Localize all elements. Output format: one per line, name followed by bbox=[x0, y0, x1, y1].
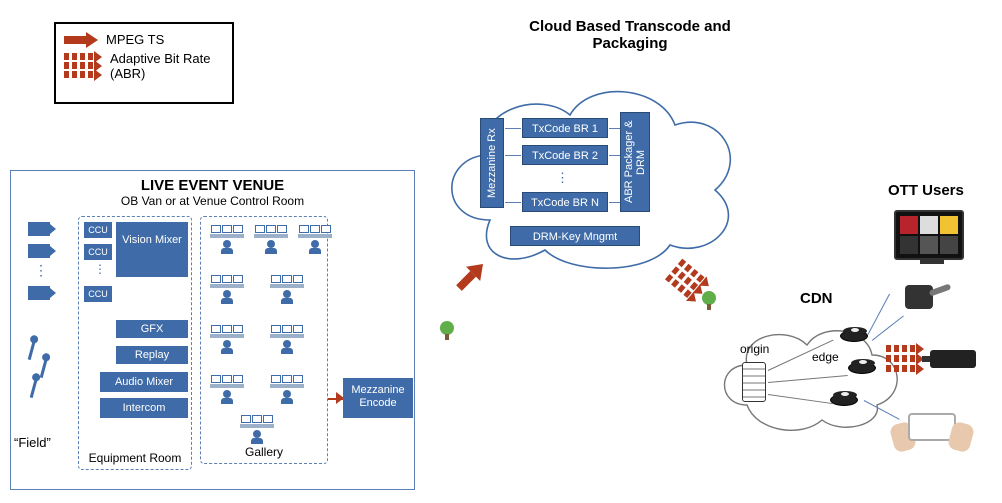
camera-icon bbox=[28, 286, 50, 300]
ccu-box: CCU bbox=[84, 222, 112, 238]
tv-icon bbox=[894, 210, 964, 260]
ellipsis-icon: ⋮ bbox=[556, 170, 569, 186]
replay-box: Replay bbox=[116, 346, 188, 364]
intercom-box: Intercom bbox=[100, 398, 188, 418]
cdn-title: CDN bbox=[800, 290, 833, 307]
gfx-box: GFX bbox=[116, 320, 188, 338]
connector-icon bbox=[505, 202, 521, 203]
connector-icon bbox=[609, 155, 620, 156]
origin-server-icon bbox=[742, 362, 766, 402]
drm-key-box: DRM-Key Mngmt bbox=[510, 226, 640, 246]
connector-icon bbox=[505, 128, 521, 129]
txcode-brn-box: TxCode BR N bbox=[522, 192, 608, 212]
cloud-icon bbox=[712, 310, 902, 440]
workstation-icon bbox=[254, 225, 288, 254]
ccu-box: CCU bbox=[84, 244, 112, 260]
field-label: “Field” bbox=[14, 435, 51, 450]
audio-mixer-box: Audio Mixer bbox=[100, 372, 188, 392]
txcode-br1-box: TxCode BR 1 bbox=[522, 118, 608, 138]
streaming-stick-icon bbox=[930, 350, 976, 368]
venue-subtitle: OB Van or at Venue Control Room bbox=[11, 194, 414, 208]
workstation-icon bbox=[298, 225, 332, 254]
workstation-icon bbox=[270, 375, 304, 404]
workstation-icon bbox=[210, 375, 244, 404]
venue-title: LIVE EVENT VENUE bbox=[11, 177, 414, 194]
camera-icon bbox=[28, 244, 50, 258]
workstation-icon bbox=[210, 275, 244, 304]
workstation-icon bbox=[210, 325, 244, 354]
disk-icon bbox=[848, 362, 876, 374]
ott-title: OTT Users bbox=[888, 182, 964, 199]
workstation-icon bbox=[270, 325, 304, 354]
phone-in-hands-icon bbox=[892, 405, 972, 455]
vision-mixer-box: Vision Mixer bbox=[116, 222, 188, 277]
cloud-title: Cloud Based Transcode and Packaging bbox=[500, 18, 760, 52]
legend-box: MPEG TS Adaptive Bit Rate (ABR) bbox=[54, 22, 234, 104]
mpeg-arrow-icon bbox=[64, 33, 98, 47]
origin-label: origin bbox=[740, 342, 769, 356]
legend-abr-row: Adaptive Bit Rate (ABR) bbox=[64, 51, 224, 81]
ccu-box: CCU bbox=[84, 286, 112, 302]
disk-icon bbox=[830, 394, 858, 406]
ellipsis-icon: ⋮ bbox=[94, 262, 106, 276]
workstation-icon bbox=[210, 225, 244, 254]
workstation-icon bbox=[240, 415, 274, 444]
tree-icon bbox=[700, 290, 718, 310]
abr-arrow-icon bbox=[886, 345, 926, 375]
abr-arrow-icon bbox=[64, 53, 104, 80]
abr-packager-box: ABR Packager & DRM bbox=[620, 112, 650, 212]
connector-icon bbox=[609, 128, 620, 129]
legend-mpeg-row: MPEG TS bbox=[64, 32, 224, 47]
equipment-room-label: Equipment Room bbox=[79, 452, 191, 465]
mezzanine-rx-box: Mezzanine Rx bbox=[480, 118, 504, 208]
connector-icon bbox=[505, 155, 521, 156]
camera-icon bbox=[28, 222, 50, 236]
workstation-icon bbox=[270, 275, 304, 304]
txcode-br2-box: TxCode BR 2 bbox=[522, 145, 608, 165]
legend-abr-label: Adaptive Bit Rate (ABR) bbox=[110, 51, 224, 81]
settop-box-icon bbox=[905, 285, 933, 309]
gallery-label: Gallery bbox=[201, 445, 327, 459]
cloud-icon bbox=[430, 60, 740, 280]
edge-label: edge bbox=[812, 350, 839, 364]
legend-mpeg-label: MPEG TS bbox=[106, 32, 164, 47]
connector-icon bbox=[609, 202, 620, 203]
mezzanine-encode-box: Mezzanine Encode bbox=[343, 378, 413, 418]
disk-icon bbox=[840, 330, 868, 342]
tree-icon bbox=[438, 320, 456, 340]
ellipsis-icon: ⋮ bbox=[34, 262, 49, 279]
